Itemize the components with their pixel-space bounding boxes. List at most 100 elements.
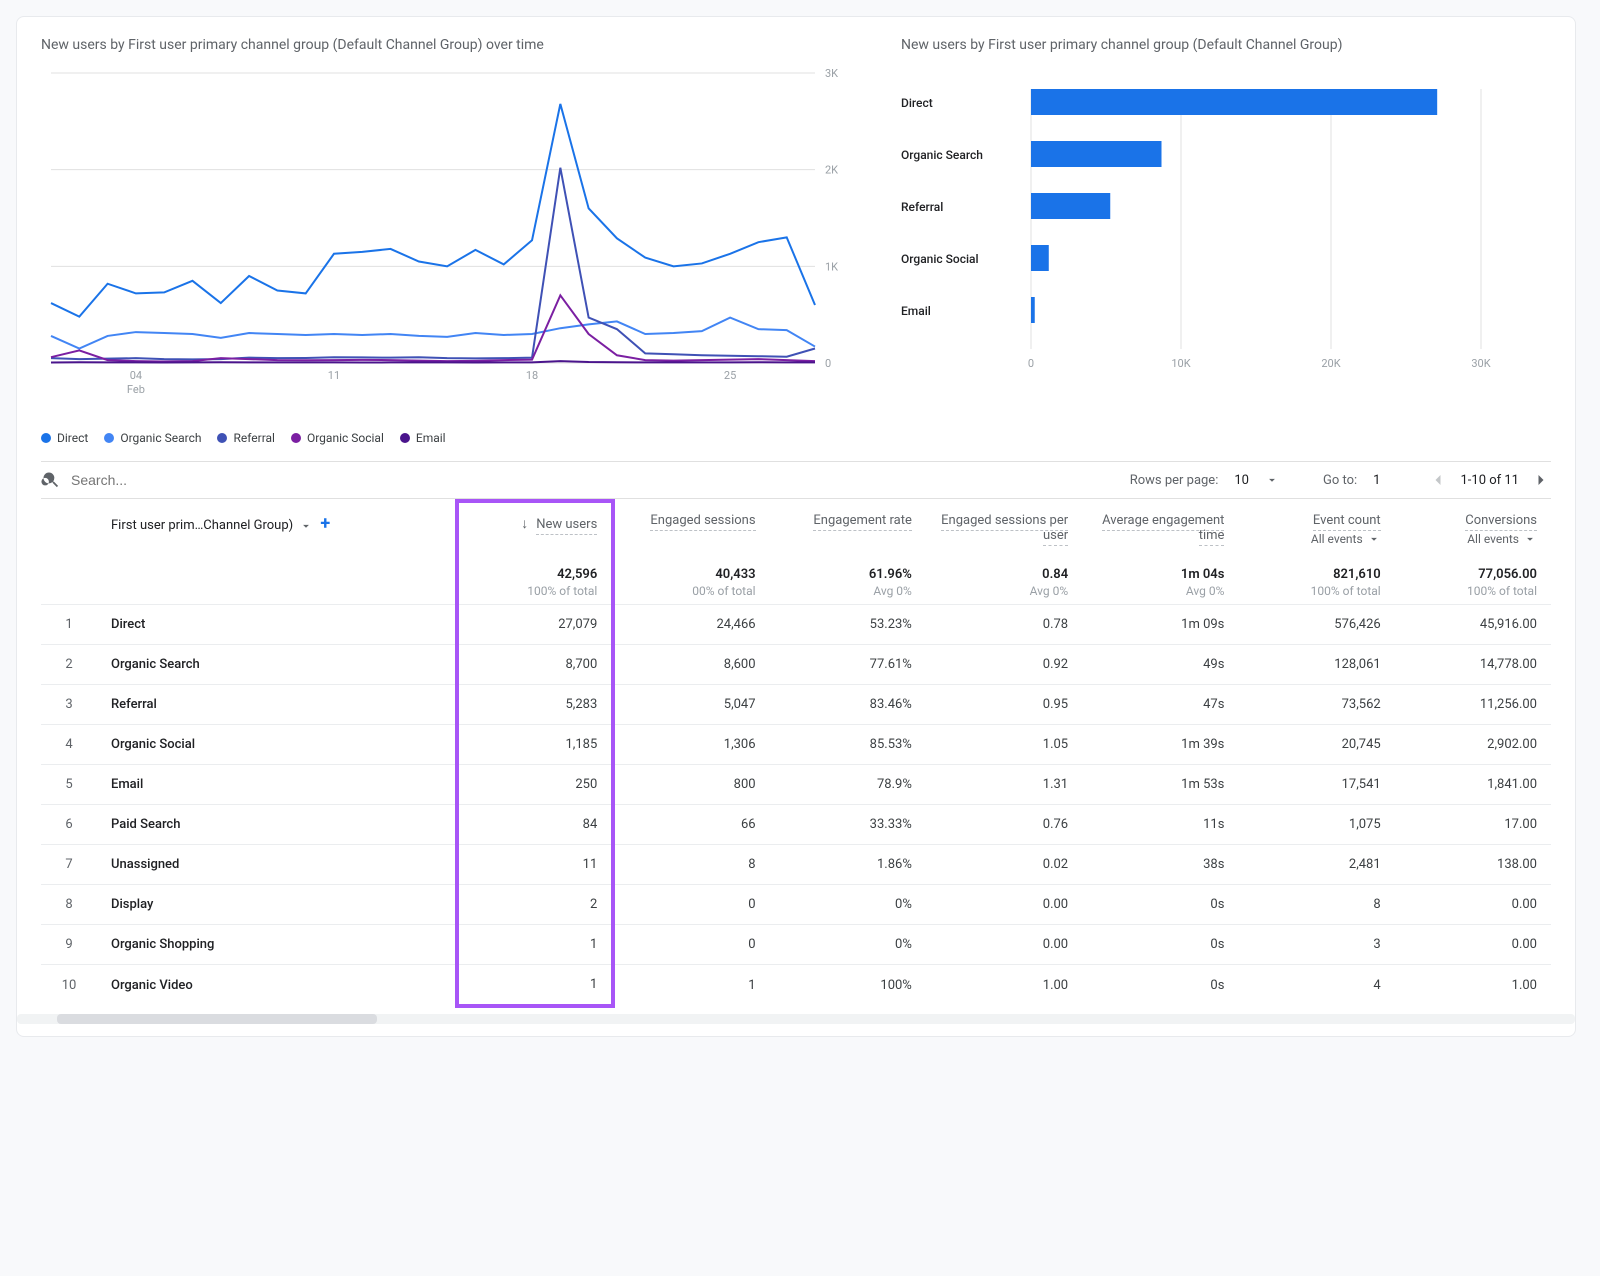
table-row[interactable]: 5Email25080078.9%1.311m 53s17,5411,841.0… [41, 765, 1551, 805]
cell-new_users: 11 [457, 845, 613, 885]
svg-text:Organic Search: Organic Search [901, 148, 983, 162]
col-header-new_users[interactable]: ↓New users [457, 501, 613, 553]
prev-page-icon[interactable] [1428, 470, 1448, 490]
svg-text:2K: 2K [825, 164, 838, 177]
cell-event_count: 3 [1238, 925, 1394, 965]
col-header-eng_sess[interactable]: Engaged sessions [613, 501, 769, 553]
cell-eng_per_user: 0.78 [926, 605, 1082, 645]
row-name[interactable]: Paid Search [97, 805, 457, 845]
cell-eng_per_user: 0.02 [926, 845, 1082, 885]
add-dimension-button[interactable]: + [316, 513, 334, 534]
row-index: 8 [41, 885, 97, 925]
total-eng_rate: 61.96%Avg 0% [770, 553, 926, 605]
bar-email[interactable] [1031, 297, 1035, 323]
table-row[interactable]: 6Paid Search846633.33%0.7611s1,07517.00 [41, 805, 1551, 845]
cell-eng_rate: 33.33% [770, 805, 926, 845]
goto-label: Go to: [1323, 473, 1357, 488]
total-avg_eng_time: 1m 04sAvg 0% [1082, 553, 1238, 605]
series-direct[interactable] [51, 104, 815, 317]
cell-eng_per_user: 0.76 [926, 805, 1082, 845]
cell-new_users: 1 [457, 925, 613, 965]
total-new_users: 42,596100% of total [457, 553, 613, 605]
caret-down-icon[interactable] [1265, 473, 1279, 487]
col-header-eng_per_user[interactable]: Engaged sessions per user [926, 501, 1082, 553]
row-name[interactable]: Email [97, 765, 457, 805]
cell-eng_sess: 5,047 [613, 685, 769, 725]
cell-avg_eng_time: 0s [1082, 925, 1238, 965]
table-row[interactable]: 3Referral5,2835,04783.46%0.9547s73,56211… [41, 685, 1551, 725]
table-row[interactable]: 10Organic Video11100%1.000s41.00 [41, 965, 1551, 1007]
row-name[interactable]: Organic Social [97, 725, 457, 765]
metric-scope-dropdown[interactable]: All events [1311, 532, 1381, 546]
table-row[interactable]: 8Display200%0.000s80.00 [41, 885, 1551, 925]
row-name[interactable]: Display [97, 885, 457, 925]
svg-text:3K: 3K [825, 67, 838, 80]
row-name[interactable]: Organic Shopping [97, 925, 457, 965]
cell-event_count: 128,061 [1238, 645, 1394, 685]
svg-text:04: 04 [130, 369, 142, 382]
table-row[interactable]: 7Unassigned1181.86%0.0238s2,481138.00 [41, 845, 1551, 885]
table-row[interactable]: 4Organic Social1,1851,30685.53%1.051m 39… [41, 725, 1551, 765]
metric-scope-dropdown[interactable]: All events [1467, 532, 1537, 546]
table-row[interactable]: 1Direct27,07924,46653.23%0.781m 09s576,4… [41, 605, 1551, 645]
cell-eng_sess: 24,466 [613, 605, 769, 645]
cell-eng_per_user: 1.00 [926, 965, 1082, 1007]
row-name[interactable]: Direct [97, 605, 457, 645]
cell-eng_rate: 1.86% [770, 845, 926, 885]
row-index: 1 [41, 605, 97, 645]
cell-new_users: 8,700 [457, 645, 613, 685]
cell-new_users: 5,283 [457, 685, 613, 725]
svg-text:0: 0 [1028, 357, 1034, 370]
legend-item[interactable]: Email [400, 431, 446, 445]
row-name[interactable]: Unassigned [97, 845, 457, 885]
cell-eng_per_user: 1.31 [926, 765, 1082, 805]
legend-item[interactable]: Organic Social [291, 431, 384, 445]
rows-per-page-value[interactable]: 10 [1230, 473, 1253, 488]
line-chart-title: New users by First user primary channel … [41, 37, 861, 53]
cell-eng_sess: 1 [613, 965, 769, 1007]
row-name[interactable]: Referral [97, 685, 457, 725]
cell-event_count: 4 [1238, 965, 1394, 1007]
col-header-conversions[interactable]: ConversionsAll events [1395, 501, 1551, 553]
series-organic search[interactable] [51, 318, 815, 349]
row-index: 10 [41, 965, 97, 1007]
table-row[interactable]: 2Organic Search8,7008,60077.61%0.9249s12… [41, 645, 1551, 685]
cell-event_count: 2,481 [1238, 845, 1394, 885]
cell-avg_eng_time: 38s [1082, 845, 1238, 885]
svg-text:1K: 1K [825, 260, 838, 273]
svg-text:Feb: Feb [127, 383, 145, 396]
search-input[interactable] [69, 471, 329, 489]
bar-chart[interactable]: 010K20K30KDirectOrganic SearchReferralOr… [901, 63, 1501, 423]
svg-text:Organic Social: Organic Social [901, 252, 979, 266]
cell-eng_per_user: 0.95 [926, 685, 1082, 725]
bar-organic search[interactable] [1031, 141, 1162, 167]
row-name[interactable]: Organic Search [97, 645, 457, 685]
row-index: 4 [41, 725, 97, 765]
horizontal-scrollbar[interactable] [17, 1014, 1575, 1024]
cell-new_users: 1 [457, 965, 613, 1007]
legend-item[interactable]: Direct [41, 431, 88, 445]
dimension-picker[interactable]: First user prim…Channel Group) [111, 518, 313, 533]
goto-value[interactable]: 1 [1369, 473, 1384, 488]
series-organic social[interactable] [51, 295, 815, 361]
next-page-icon[interactable] [1531, 470, 1551, 490]
legend-item[interactable]: Organic Search [104, 431, 201, 445]
cell-eng_sess: 8,600 [613, 645, 769, 685]
cell-eng_sess: 800 [613, 765, 769, 805]
cell-event_count: 576,426 [1238, 605, 1394, 645]
col-header-event_count[interactable]: Event countAll events [1238, 501, 1394, 553]
line-chart[interactable]: 01K2K3K04111825Feb [41, 63, 861, 423]
total-eng_sess: 40,43300% of total [613, 553, 769, 605]
bar-direct[interactable] [1031, 89, 1437, 115]
row-name[interactable]: Organic Video [97, 965, 457, 1007]
cell-avg_eng_time: 1m 53s [1082, 765, 1238, 805]
page-range: 1-10 of 11 [1460, 473, 1519, 488]
col-header-eng_rate[interactable]: Engagement rate [770, 501, 926, 553]
cell-eng_sess: 0 [613, 925, 769, 965]
bar-organic social[interactable] [1031, 245, 1049, 271]
caret-down-icon [299, 519, 313, 533]
bar-referral[interactable] [1031, 193, 1110, 219]
col-header-avg_eng_time[interactable]: Average engagement time [1082, 501, 1238, 553]
legend-item[interactable]: Referral [217, 431, 275, 445]
table-row[interactable]: 9Organic Shopping100%0.000s30.00 [41, 925, 1551, 965]
